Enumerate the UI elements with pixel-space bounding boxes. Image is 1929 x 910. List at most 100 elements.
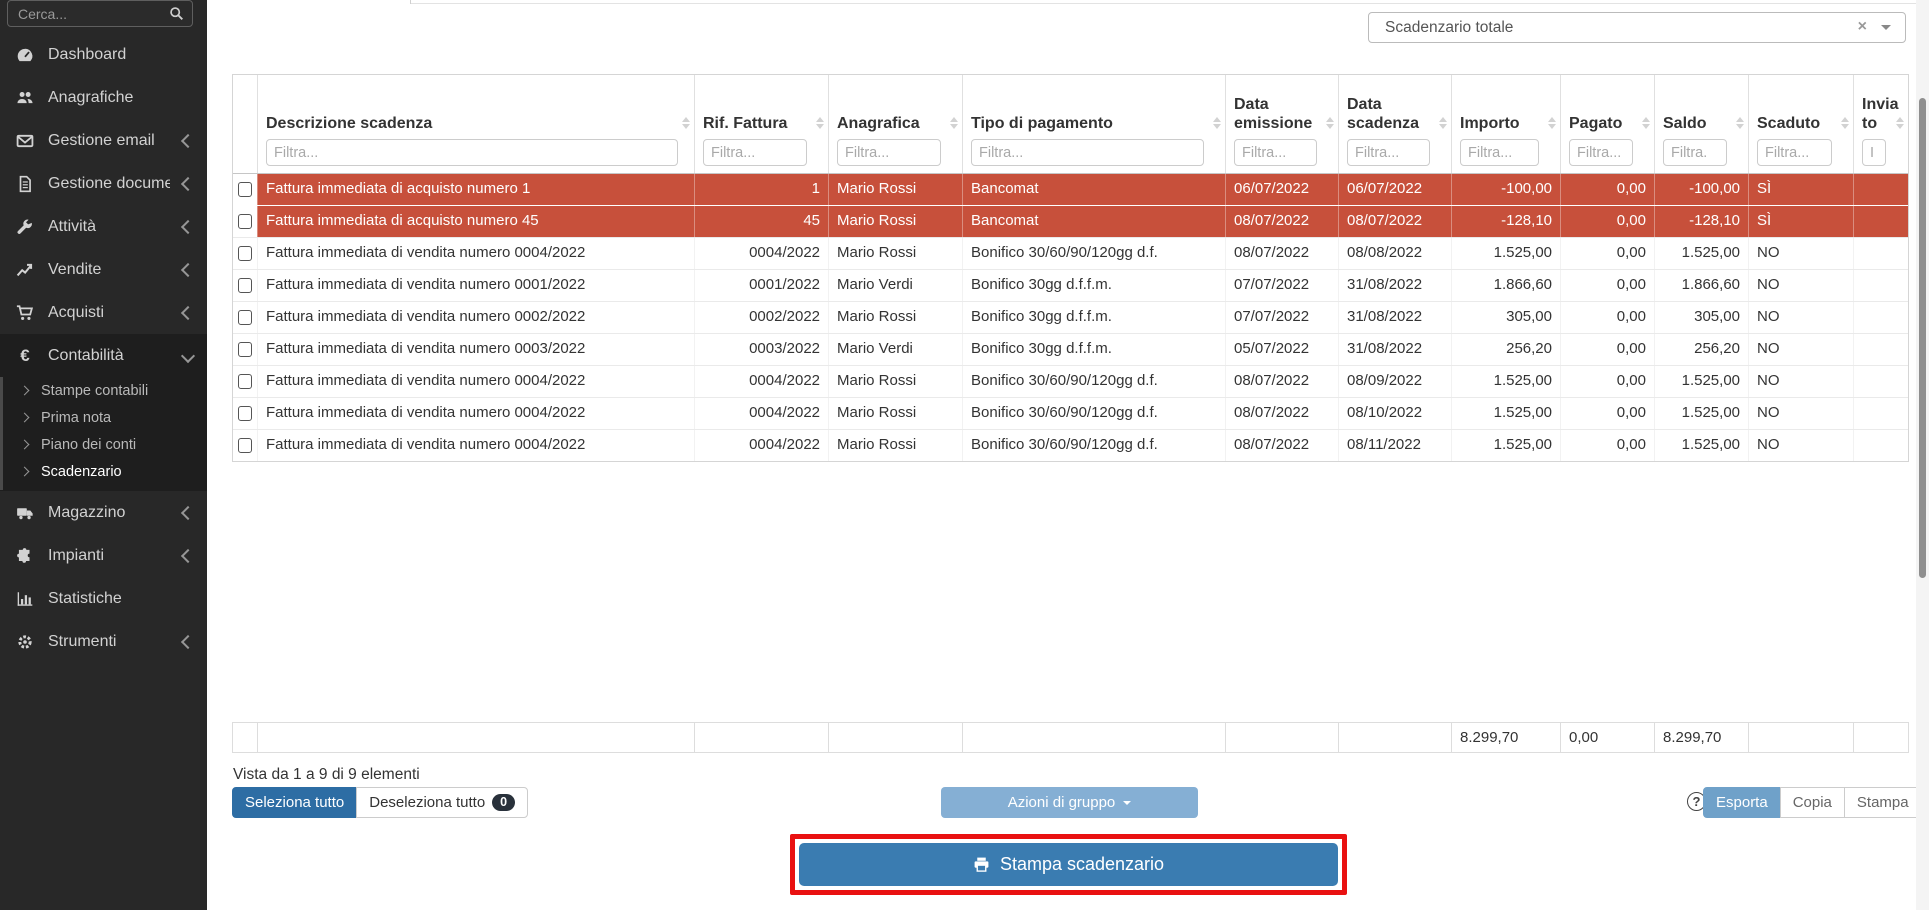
sort-icon[interactable] bbox=[1736, 117, 1744, 129]
sort-icon[interactable] bbox=[1642, 117, 1650, 129]
cell-tipo: Bonifico 30/60/90/120gg d.f. bbox=[962, 430, 1225, 461]
column-header-anagrafica[interactable]: Anagrafica bbox=[828, 75, 962, 173]
print-button[interactable]: Stampa bbox=[1844, 787, 1922, 818]
column-header-inviato[interactable]: Inviato bbox=[1853, 75, 1908, 173]
cell-desc: Fattura immediata di vendita numero 0004… bbox=[257, 238, 694, 269]
sidebar-item-statistiche[interactable]: Statistiche bbox=[0, 577, 207, 620]
sidebar-item-label: Attività bbox=[48, 218, 170, 236]
sidebar-item-strumenti[interactable]: Strumenti bbox=[0, 620, 207, 663]
sidebar-item-attivit[interactable]: Attività bbox=[0, 205, 207, 248]
gear-icon bbox=[15, 633, 35, 651]
table-row[interactable]: Fattura immediata di vendita numero 0004… bbox=[233, 237, 1908, 269]
filter-input-desc[interactable] bbox=[266, 139, 678, 166]
sidebar-item-magazzino[interactable]: Magazzino bbox=[0, 491, 207, 534]
cell-scaduto: SÌ bbox=[1748, 174, 1853, 205]
filter-input-importo[interactable] bbox=[1460, 139, 1539, 166]
row-checkbox[interactable] bbox=[238, 182, 252, 197]
sidebar-item-scadenzario[interactable]: Scadenzario bbox=[0, 458, 207, 485]
deselect-all-label: Deseleziona tutto bbox=[369, 794, 485, 811]
column-header-data_emissione[interactable]: Data emissione bbox=[1225, 75, 1338, 173]
row-checkbox[interactable] bbox=[238, 214, 252, 229]
print-schedule-button[interactable]: Stampa scadenzario bbox=[799, 843, 1338, 886]
sort-icon[interactable] bbox=[1548, 117, 1556, 129]
sidebar-item-piano-dei-conti[interactable]: Piano dei conti bbox=[0, 431, 207, 458]
row-checkbox[interactable] bbox=[238, 246, 252, 261]
column-title: Scaduto bbox=[1757, 114, 1845, 134]
page-scrollbar-thumb[interactable] bbox=[1919, 98, 1926, 578]
select-all-button[interactable]: Seleziona tutto bbox=[232, 787, 357, 818]
sidebar-item-vendite[interactable]: Vendite bbox=[0, 248, 207, 291]
row-checkbox[interactable] bbox=[238, 438, 252, 453]
column-header-scaduto[interactable]: Scaduto bbox=[1748, 75, 1853, 173]
column-header-data_scadenza[interactable]: Data scadenza bbox=[1338, 75, 1451, 173]
sort-icon[interactable] bbox=[1896, 117, 1904, 129]
row-checkbox[interactable] bbox=[238, 310, 252, 325]
row-checkbox[interactable] bbox=[238, 374, 252, 389]
filter-input-rif[interactable] bbox=[703, 139, 807, 166]
sidebar-subitem-label: Prima nota bbox=[41, 410, 111, 426]
table-row[interactable]: Fattura immediata di vendita numero 0003… bbox=[233, 333, 1908, 365]
cell-data_emissione: 08/07/2022 bbox=[1225, 430, 1338, 461]
column-header-tipo[interactable]: Tipo di pagamento bbox=[962, 75, 1225, 173]
cell-saldo: 1.525,00 bbox=[1654, 366, 1748, 397]
sidebar-item-label: Statistiche bbox=[48, 590, 193, 608]
total-cell-inviato bbox=[1853, 723, 1908, 752]
column-title: Inviato bbox=[1862, 95, 1900, 134]
sidebar-scrollbar-thumb[interactable] bbox=[0, 377, 3, 490]
filter-input-saldo[interactable] bbox=[1663, 139, 1727, 166]
sort-icon[interactable] bbox=[1439, 117, 1447, 129]
cell-desc: Fattura immediata di vendita numero 0004… bbox=[257, 366, 694, 397]
column-header-desc[interactable]: Descrizione scadenza bbox=[257, 75, 694, 173]
sidebar-item-gestione-email[interactable]: Gestione email bbox=[0, 119, 207, 162]
sidebar-item-dashboard[interactable]: Dashboard bbox=[0, 33, 207, 76]
filter-input-scaduto[interactable] bbox=[1757, 139, 1832, 166]
cell-tipo: Bonifico 30/60/90/120gg d.f. bbox=[962, 398, 1225, 429]
sidebar-item-label: Magazzino bbox=[48, 504, 170, 522]
sidebar-item-acquisti[interactable]: Acquisti bbox=[0, 291, 207, 334]
table-row[interactable]: Fattura immediata di vendita numero 0001… bbox=[233, 269, 1908, 301]
table-row[interactable]: Fattura immediata di acquisto numero 11M… bbox=[233, 174, 1908, 205]
clear-selection-icon[interactable]: × bbox=[1858, 19, 1881, 37]
row-checkbox[interactable] bbox=[238, 406, 252, 421]
sidebar-item-gestione-documentale[interactable]: Gestione documentale bbox=[0, 162, 207, 205]
sort-icon[interactable] bbox=[1841, 117, 1849, 129]
group-actions-button[interactable]: Azioni di gruppo bbox=[941, 787, 1198, 818]
sort-icon[interactable] bbox=[682, 117, 690, 129]
cell-desc: Fattura immediata di vendita numero 0003… bbox=[257, 334, 694, 365]
sidebar-item-stampe-contabili[interactable]: Stampe contabili bbox=[0, 377, 207, 404]
column-header-pagato[interactable]: Pagato bbox=[1560, 75, 1654, 173]
filter-input-tipo[interactable] bbox=[971, 139, 1204, 166]
filter-input-inviato[interactable] bbox=[1862, 139, 1886, 166]
page-scrollbar-track[interactable] bbox=[1916, 0, 1929, 910]
column-title: Anagrafica bbox=[837, 114, 954, 134]
sidebar-item-anagrafiche[interactable]: Anagrafiche bbox=[0, 76, 207, 119]
column-header-rif[interactable]: Rif. Fattura bbox=[694, 75, 828, 173]
table-row[interactable]: Fattura immediata di vendita numero 0004… bbox=[233, 365, 1908, 397]
table-row[interactable]: Fattura immediata di vendita numero 0002… bbox=[233, 301, 1908, 333]
filter-input-data_emissione[interactable] bbox=[1234, 139, 1317, 166]
sort-icon[interactable] bbox=[816, 117, 824, 129]
sidebar-item-contabilit[interactable]: €Contabilità bbox=[0, 334, 207, 377]
sidebar-item-label: Gestione email bbox=[48, 132, 170, 150]
filter-input-data_scadenza[interactable] bbox=[1347, 139, 1430, 166]
table-row[interactable]: Fattura immediata di vendita numero 0004… bbox=[233, 429, 1908, 461]
sort-icon[interactable] bbox=[950, 117, 958, 129]
table-row[interactable]: Fattura immediata di acquisto numero 454… bbox=[233, 205, 1908, 237]
row-checkbox[interactable] bbox=[238, 342, 252, 357]
column-header-saldo[interactable]: Saldo bbox=[1654, 75, 1748, 173]
filter-input-pagato[interactable] bbox=[1569, 139, 1633, 166]
column-header-importo[interactable]: Importo bbox=[1451, 75, 1560, 173]
sort-icon[interactable] bbox=[1213, 117, 1221, 129]
schedule-type-select[interactable]: Scadenzario totale × bbox=[1368, 12, 1906, 43]
copy-button[interactable]: Copia bbox=[1780, 787, 1845, 818]
cell-desc: Fattura immediata di acquisto numero 1 bbox=[257, 174, 694, 205]
row-checkbox[interactable] bbox=[238, 278, 252, 293]
export-button[interactable]: Esporta bbox=[1703, 787, 1781, 818]
sidebar-item-impianti[interactable]: Impianti bbox=[0, 534, 207, 577]
filter-input-anagrafica[interactable] bbox=[837, 139, 941, 166]
table-row[interactable]: Fattura immediata di vendita numero 0004… bbox=[233, 397, 1908, 429]
search-input[interactable] bbox=[8, 6, 169, 22]
sort-icon[interactable] bbox=[1326, 117, 1334, 129]
sidebar-item-prima-nota[interactable]: Prima nota bbox=[0, 404, 207, 431]
deselect-all-button[interactable]: Deseleziona tutto 0 bbox=[356, 787, 528, 818]
